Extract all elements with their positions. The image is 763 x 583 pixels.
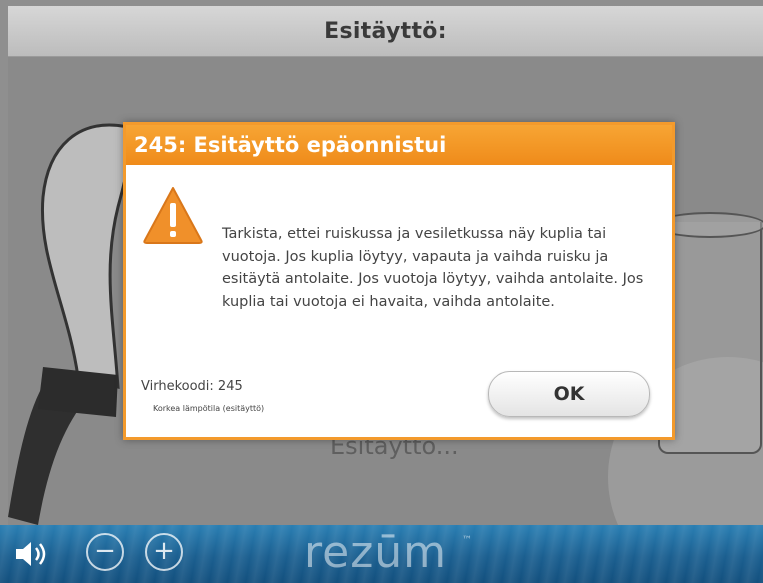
- ok-button[interactable]: OK: [488, 371, 650, 417]
- screen-title: Esitäyttö:: [324, 18, 447, 44]
- dialog-message: Tarkista, ettei ruiskussa ja vesiletkuss…: [222, 226, 644, 310]
- error-dialog: 245: Esitäyttö epäonnistui Tarkista, ett…: [123, 122, 675, 440]
- error-detail: Korkea lämpötila (esitäyttö): [153, 404, 265, 413]
- dialog-title: 245: Esitäyttö epäonnistui: [134, 133, 447, 157]
- error-code: Virhekoodi: 245: [141, 379, 243, 394]
- brand-logo: rezūm: [304, 527, 448, 578]
- warning-icon: [143, 187, 203, 244]
- trademark-mark: ™: [462, 535, 472, 546]
- volume-down-button[interactable]: −: [86, 533, 124, 571]
- dialog-header: 245: Esitäyttö epäonnistui: [126, 125, 672, 165]
- speaker-icon[interactable]: [14, 540, 48, 568]
- title-bar: Esitäyttö:: [8, 6, 763, 57]
- bottom-bar: − + rezūm ™: [0, 525, 763, 583]
- volume-up-button[interactable]: +: [145, 533, 183, 571]
